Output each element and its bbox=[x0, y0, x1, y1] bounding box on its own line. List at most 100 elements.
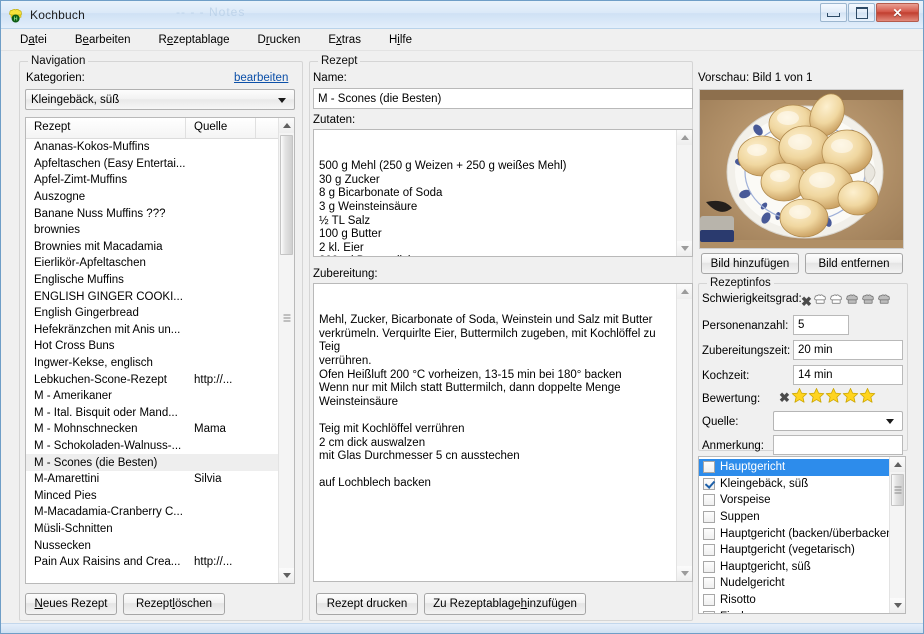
scrollbar-thumb[interactable] bbox=[280, 135, 293, 255]
recipe-row[interactable]: Minced Pies bbox=[26, 487, 294, 504]
preparation-textarea[interactable]: Mehl, Zucker, Bicarbonate of Soda, Weins… bbox=[313, 283, 693, 582]
difficulty-hats[interactable] bbox=[813, 292, 893, 310]
scroll-down-icon[interactable] bbox=[279, 568, 294, 583]
recipe-row[interactable]: Ananas-Kokos-Muffins bbox=[26, 139, 294, 156]
checkbox-icon[interactable] bbox=[703, 461, 715, 474]
scroll-up-icon[interactable] bbox=[677, 284, 692, 299]
x-clear-icon[interactable]: ✖ bbox=[801, 295, 812, 308]
recipe-row[interactable]: ENGLISH GINGER COOKI... bbox=[26, 288, 294, 305]
menu-hilfe[interactable]: Hilfe bbox=[386, 32, 415, 48]
recipe-row[interactable]: Hefekränzchen mit Anis un... bbox=[26, 322, 294, 339]
chef-hat-rating-icon[interactable] bbox=[813, 292, 828, 310]
recipe-row[interactable]: Englische Muffins bbox=[26, 272, 294, 289]
recipe-row[interactable]: Apfel-Zimt-Muffins bbox=[26, 172, 294, 189]
close-button[interactable]: ✕ bbox=[876, 3, 919, 22]
scroll-down-icon[interactable] bbox=[677, 241, 692, 256]
recipe-name-input[interactable]: M - Scones (die Besten) bbox=[313, 88, 693, 109]
column-header-rezept[interactable]: Rezept bbox=[26, 118, 186, 138]
prep-time-input[interactable]: 20 min bbox=[793, 340, 903, 360]
checkbox-icon[interactable] bbox=[703, 494, 715, 507]
checkbox-icon[interactable] bbox=[703, 560, 715, 573]
menu-datei[interactable]: Datei bbox=[17, 32, 50, 48]
checkbox-icon[interactable] bbox=[703, 527, 715, 540]
recipe-row[interactable]: Pain Aux Raisins and Crea... http://... bbox=[26, 554, 294, 571]
category-checkbox-row[interactable]: Hauptgericht, süß bbox=[699, 559, 905, 576]
recipe-row[interactable]: Hot Cross Buns bbox=[26, 338, 294, 355]
scrollbar-thumb[interactable] bbox=[891, 474, 904, 506]
recipe-row[interactable]: Apfeltaschen (Easy Entertai... bbox=[26, 156, 294, 173]
recipe-listview[interactable]: Rezept Quelle Ananas-Kokos-Muffins Apfelt… bbox=[25, 117, 295, 584]
recipe-row[interactable]: Lebkuchen-Scone-Rezept http://... bbox=[26, 371, 294, 388]
source-combobox[interactable] bbox=[773, 411, 903, 431]
menu-drucken[interactable]: Drucken bbox=[255, 32, 304, 48]
scroll-up-icon[interactable] bbox=[677, 130, 692, 145]
recipe-row[interactable]: Müsli-Schnitten bbox=[26, 521, 294, 538]
category-combobox[interactable]: Kleingebäck, süß bbox=[25, 89, 295, 110]
minimize-button[interactable] bbox=[820, 3, 847, 22]
print-recipe-button[interactable]: Rezept drucken bbox=[316, 593, 418, 615]
categories-scrollbar[interactable] bbox=[889, 457, 905, 613]
checkbox-icon[interactable] bbox=[703, 577, 715, 590]
star-icon[interactable] bbox=[825, 387, 842, 408]
new-recipe-button[interactable]: Neues Rezept bbox=[25, 593, 117, 615]
checkbox-icon[interactable] bbox=[703, 511, 715, 524]
chef-hat-rating-icon[interactable] bbox=[877, 292, 892, 310]
recipe-row[interactable]: brownies bbox=[26, 222, 294, 239]
star-icon[interactable] bbox=[859, 387, 876, 408]
category-checkbox-row[interactable]: Hauptgericht (vegetarisch) bbox=[699, 542, 905, 559]
star-icon[interactable] bbox=[808, 387, 825, 408]
menu-extras[interactable]: Extras bbox=[325, 32, 364, 48]
checkbox-icon[interactable] bbox=[703, 477, 715, 490]
recipe-list-scrollbar[interactable] bbox=[278, 118, 294, 583]
chef-hat-rating-icon[interactable] bbox=[829, 292, 844, 310]
recipe-row[interactable]: Brownies mit Macadamia bbox=[26, 239, 294, 256]
scroll-up-icon[interactable] bbox=[279, 118, 294, 133]
ingredients-scrollbar[interactable] bbox=[676, 130, 692, 256]
difficulty-rating[interactable]: ✖ bbox=[801, 292, 893, 310]
servings-input[interactable]: 5 bbox=[793, 315, 849, 335]
recipe-row[interactable]: Eierlikör-Apfeltaschen bbox=[26, 255, 294, 272]
menu-rezeptablage[interactable]: Rezeptablage bbox=[156, 32, 233, 48]
x-clear-icon[interactable]: ✖ bbox=[779, 391, 790, 404]
category-checkbox-row[interactable]: Vorspeise bbox=[699, 492, 905, 509]
recipe-row[interactable]: Ingwer-Kekse, englisch bbox=[26, 355, 294, 372]
recipe-row[interactable]: Nussecken bbox=[26, 537, 294, 554]
rating-stars[interactable]: ✖ bbox=[779, 387, 876, 407]
add-image-button[interactable]: Bild hinzufügen bbox=[701, 253, 799, 274]
column-header-quelle[interactable]: Quelle bbox=[186, 118, 256, 138]
recipe-photo[interactable] bbox=[699, 89, 904, 249]
kategorien-bearbeiten-link[interactable]: bearbeiten bbox=[234, 72, 288, 84]
menu-bearbeiten[interactable]: Bearbeiten bbox=[72, 32, 134, 48]
star-icon[interactable] bbox=[842, 387, 859, 408]
category-checkbox-row[interactable]: Risotto bbox=[699, 592, 905, 609]
recipe-row[interactable]: Auszogne bbox=[26, 189, 294, 206]
category-checkbox-row[interactable]: Hauptgericht bbox=[699, 459, 905, 476]
note-input[interactable] bbox=[773, 435, 903, 455]
ingredients-textarea[interactable]: 500 g Mehl (250 g Weizen + 250 g weißes … bbox=[313, 129, 693, 257]
category-checkbox-row[interactable]: Fisch bbox=[699, 608, 905, 613]
recipe-row[interactable]: Banane Nuss Muffins ??? bbox=[26, 205, 294, 222]
chef-hat-rating-icon[interactable] bbox=[861, 292, 876, 310]
scroll-down-icon[interactable] bbox=[677, 566, 692, 581]
scroll-up-icon[interactable] bbox=[890, 457, 905, 472]
categories-checklist[interactable]: Hauptgericht Kleingebäck, süß Vorspeise Sup… bbox=[698, 456, 906, 614]
checkbox-icon[interactable] bbox=[703, 544, 715, 557]
checkbox-icon[interactable] bbox=[703, 610, 715, 613]
maximize-button[interactable] bbox=[848, 3, 875, 22]
recipe-row[interactable]: English Gingerbread bbox=[26, 305, 294, 322]
rating-star-row[interactable] bbox=[791, 387, 876, 407]
category-checkbox-row[interactable]: Suppen bbox=[699, 509, 905, 526]
delete-recipe-button[interactable]: Rezept l öschen bbox=[123, 593, 225, 615]
recipe-row[interactable]: M - Schokoladen-Walnuss-... bbox=[26, 438, 294, 455]
recipe-row[interactable]: M - Ital. Bisquit oder Mand... bbox=[26, 405, 294, 422]
star-icon[interactable] bbox=[791, 387, 808, 408]
chef-hat-rating-icon[interactable] bbox=[845, 292, 860, 310]
preparation-scrollbar[interactable] bbox=[676, 284, 692, 581]
recipe-row[interactable]: M - Mohnschnecken Mama bbox=[26, 421, 294, 438]
cook-time-input[interactable]: 14 min bbox=[793, 365, 903, 385]
add-to-clipboard-button[interactable]: Zu Rezeptablage h inzufügen bbox=[424, 593, 586, 615]
category-checkbox-row[interactable]: Nudelgericht bbox=[699, 575, 905, 592]
checkbox-icon[interactable] bbox=[703, 594, 715, 607]
recipe-row[interactable]: M - Scones (die Besten) bbox=[26, 454, 294, 471]
recipe-row[interactable]: M - Amerikaner bbox=[26, 388, 294, 405]
